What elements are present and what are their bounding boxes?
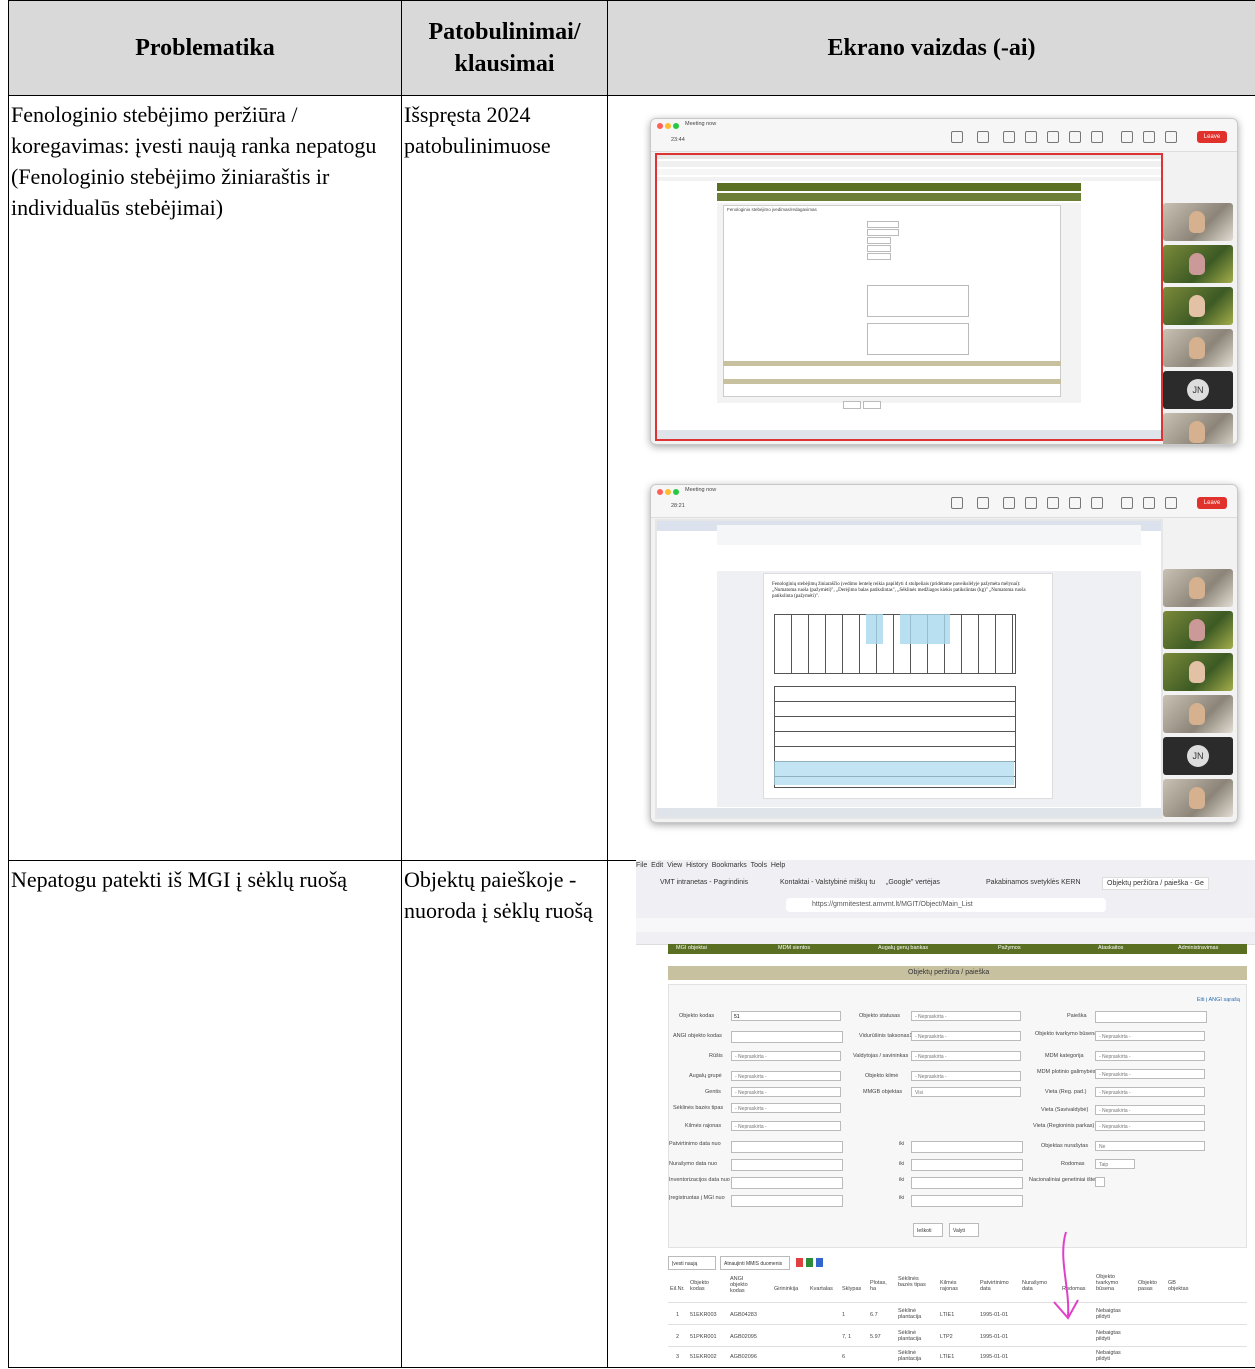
mdm-possibility-select[interactable]: - Nepraskirta - — [1095, 1069, 1205, 1079]
main-nav: MGI objektai MDM sientos Augalų genų ban… — [668, 944, 1247, 954]
excel-export-icon[interactable] — [806, 1258, 813, 1267]
browser-chrome: File Edit View History Bookmarks Tools H… — [636, 860, 1255, 945]
tab-active[interactable]: Objektų peržiūra / paieška - Ge — [1102, 877, 1209, 890]
pdf-export-icon[interactable] — [796, 1258, 803, 1267]
meeting-toolbar: Meeting now 28:21 Leave — [651, 485, 1237, 518]
angi-code-input[interactable] — [731, 1031, 843, 1043]
registered-date-from[interactable] — [731, 1195, 843, 1207]
leave-button[interactable]: Leave — [1197, 131, 1227, 143]
section-header: Objektų peržiūra / paieška — [668, 966, 1247, 980]
object-code-input[interactable]: 51 — [731, 1011, 841, 1021]
meeting-app-label: Meeting now — [685, 487, 717, 493]
origin-region-select[interactable]: - Nepraskirta - — [731, 1121, 841, 1131]
problem-text: Nepatogu patekti iš MGI į sėklų ruošą — [11, 867, 348, 892]
status-select[interactable]: - Nepraskirta - — [911, 1011, 1021, 1021]
annotation-arrow — [1053, 1231, 1079, 1320]
meeting-screenshot-1: Meeting now 23:44 Leave Fenologinio steb… — [650, 118, 1238, 445]
meeting-toolbar: Meeting now 23:44 Leave — [651, 119, 1237, 152]
shown-select[interactable]: Taip — [1095, 1159, 1135, 1169]
search-input[interactable] — [1095, 1011, 1207, 1023]
write-off-date-from[interactable] — [731, 1159, 843, 1171]
document-paragraph: Fenologinių stebėjimų žiniaraščio įvedim… — [772, 582, 1026, 599]
registered-date-to[interactable] — [911, 1195, 1023, 1207]
search-button[interactable]: Ieškoti — [913, 1223, 943, 1237]
tab-3[interactable]: „Google" vertėjas — [886, 879, 940, 886]
menu-bar: File Edit View History Bookmarks Tools H… — [636, 862, 786, 869]
word-document-page: Fenologinių stebėjimų žiniaraščio įvedim… — [763, 573, 1053, 799]
approval-date-to[interactable] — [911, 1141, 1023, 1153]
meeting-timer: 23:44 — [671, 137, 685, 143]
header-ekrano-vaizdas: Ekrano vaizdas (-ai) — [607, 0, 1255, 96]
leave-button[interactable]: Leave — [1197, 497, 1227, 509]
shared-screen: Fenologinių stebėjimų žiniaraščio įvedim… — [655, 519, 1163, 819]
origin-select[interactable]: - Nepraskirta - — [911, 1071, 1021, 1081]
tab-1[interactable]: VMT intranetas - Pagrindinis — [660, 879, 748, 886]
mdm-category-select[interactable]: - Nepraskirta - — [1095, 1051, 1205, 1061]
owner-select[interactable]: - Nepraskirta - — [911, 1051, 1021, 1061]
plant-group-select[interactable]: - Nepraskirta - — [731, 1071, 841, 1081]
browser-screenshot: File Edit View History Bookmarks Tools H… — [636, 860, 1255, 1367]
meeting-screenshot-2: Meeting now 28:21 Leave Fenologinių steb… — [650, 484, 1238, 823]
tab-2[interactable]: Kontaktai - Valstybinė miškų tu — [780, 879, 875, 886]
header-problematika: Problematika — [8, 0, 402, 96]
refresh-mmis-button[interactable]: Atnaujinti MMIS duomenis — [720, 1256, 790, 1270]
meeting-timer: 28:21 — [671, 503, 685, 509]
species-select[interactable]: - Nepraskirta - — [731, 1051, 841, 1061]
handling-state-select[interactable]: - Nepraskirta - — [1095, 1031, 1205, 1041]
angi-link[interactable]: Eiti į ANGI sąrašą — [1197, 997, 1240, 1003]
approval-date-from[interactable] — [731, 1141, 843, 1153]
location-municipality-select[interactable]: - Nepraskirta - — [1095, 1105, 1205, 1115]
improvement-text: Objektų paieškoje - nuoroda į sėklų ruoš… — [404, 867, 593, 923]
improvement-text: Išspręsta 2024 patobulinimuose — [404, 102, 551, 158]
tab-4[interactable]: Pakabinamos svetyklės KERN — [986, 879, 1081, 886]
results-table: Eil.Nr. Objekto kodas ANGI objekto kodas… — [668, 1274, 1247, 1367]
mmgb-select[interactable]: Visi — [911, 1087, 1021, 1097]
search-form: Eiti į ANGI sąrašą Objekto kodas 51 ANGI… — [668, 984, 1247, 1248]
meeting-app-label: Meeting now — [685, 121, 717, 127]
write-off-date-to[interactable] — [911, 1159, 1023, 1171]
url-bar[interactable]: https://gmmitestest.amvmt.lt/MGIT/Object… — [812, 901, 973, 908]
clear-button[interactable]: Valyti — [949, 1223, 979, 1237]
taxon-select[interactable]: - Nepraskirta - — [911, 1031, 1021, 1041]
new-object-button[interactable]: Įvesti naują — [668, 1256, 716, 1270]
shared-screen: Fenologinio stebėjimo įvedimas/redagavim… — [655, 153, 1163, 441]
header-row: Problematika Patobulinimai/ klausimai Ek… — [8, 0, 1255, 96]
header-patobulinimai: Patobulinimai/ klausimai — [401, 0, 608, 96]
national-resources-checkbox[interactable] — [1095, 1177, 1105, 1187]
location-region-select[interactable]: - Nepraskirta - — [1095, 1087, 1205, 1097]
inventory-date-to[interactable] — [911, 1177, 1023, 1189]
word-export-icon[interactable] — [816, 1258, 823, 1267]
written-off-select[interactable]: Ne — [1095, 1141, 1205, 1151]
seed-base-type-select[interactable]: - Nepraskirta - — [731, 1103, 841, 1113]
form-title: Fenologinio stebėjimo įvedimas/redagavim… — [727, 207, 817, 212]
inventory-date-from[interactable] — [731, 1177, 843, 1189]
genus-select[interactable]: - Nepraskirta - — [731, 1087, 841, 1097]
problem-text: Fenologinio stebėjimo peržiūra / koregav… — [11, 102, 377, 220]
location-park-select[interactable]: - Nepraskirta - — [1095, 1121, 1205, 1131]
